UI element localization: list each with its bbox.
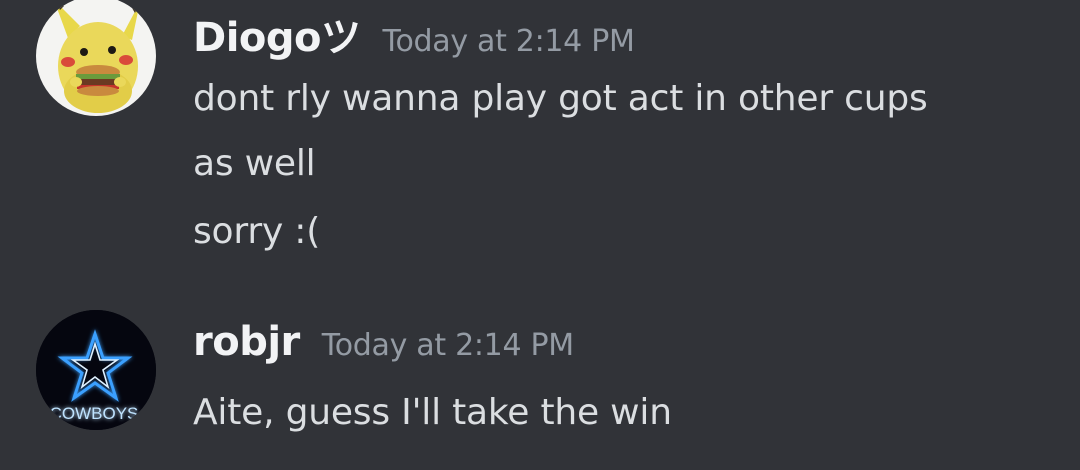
pikachu-burger-avatar xyxy=(36,0,156,116)
message-group: COWBOYS robjr Today at 2:14 PM Aite, gues… xyxy=(0,305,1080,470)
message-text: as well xyxy=(193,143,316,184)
svg-text:COWBOYS: COWBOYS xyxy=(50,404,139,423)
timestamp[interactable]: Today at 2:14 PM xyxy=(383,24,635,59)
chat-messages: Diogoツ Today at 2:14 PM dont rly wanna pl… xyxy=(0,0,1080,470)
username[interactable]: robjr xyxy=(193,319,300,365)
message-text: dont rly wanna play got act in other cup… xyxy=(193,78,928,119)
message-text: sorry :( xyxy=(193,211,321,252)
user-avatar[interactable] xyxy=(36,0,156,116)
message-group: Diogoツ Today at 2:14 PM dont rly wanna pl… xyxy=(0,0,1080,300)
user-avatar[interactable]: COWBOYS xyxy=(36,310,156,430)
cowboys-star-avatar: COWBOYS xyxy=(36,310,156,430)
message-text: Aite, guess I'll take the win xyxy=(193,392,672,433)
message-header: Diogoツ Today at 2:14 PM xyxy=(193,5,635,63)
message-header: robjr Today at 2:14 PM xyxy=(193,319,574,365)
timestamp[interactable]: Today at 2:14 PM xyxy=(322,328,574,363)
username[interactable]: Diogoツ xyxy=(193,15,361,61)
